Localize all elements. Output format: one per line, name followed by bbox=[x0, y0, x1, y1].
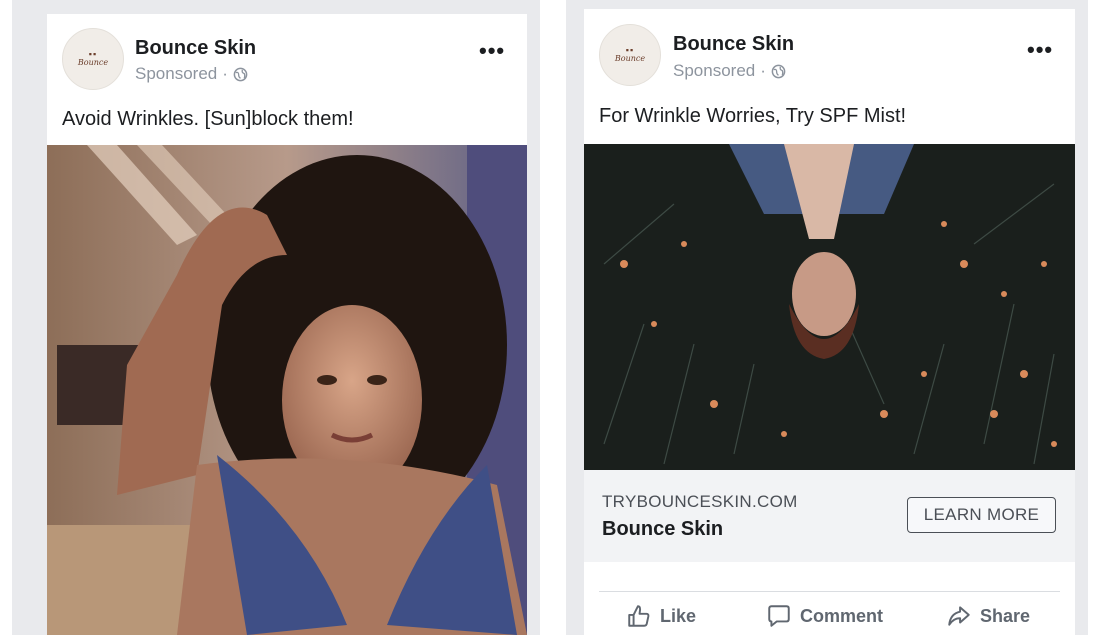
learn-more-button[interactable]: LEARN MORE bbox=[907, 497, 1056, 533]
globe-icon bbox=[233, 67, 248, 81]
comment-icon bbox=[768, 605, 790, 627]
avatar-logo-text: Bounce bbox=[77, 58, 109, 67]
more-options-icon[interactable]: ••• bbox=[1027, 37, 1053, 63]
logo-mark-icon: ▪▪ bbox=[88, 49, 98, 59]
brand-name[interactable]: Bounce Skin bbox=[135, 37, 256, 60]
portrait-photo-illustration bbox=[47, 145, 527, 635]
comment-label: Comment bbox=[800, 605, 884, 626]
share-label: Share bbox=[980, 605, 1031, 626]
like-label: Like bbox=[660, 605, 697, 626]
ad-image-portrait[interactable] bbox=[47, 145, 527, 635]
ad-caption: For Wrinkle Worries, Try SPF Mist! bbox=[599, 105, 907, 127]
logo-mark-icon: ▪▪ bbox=[625, 45, 635, 55]
ad-card-right: ▪▪ Bounce Bounce Skin Sponsored · ••• Fo… bbox=[584, 9, 1075, 635]
share-icon bbox=[948, 606, 970, 626]
ad-card-left: ▪▪ Bounce Bounce Skin Sponsored · ••• Av… bbox=[47, 14, 527, 635]
ad-image-grass[interactable] bbox=[584, 144, 1075, 470]
link-title: Bounce Skin bbox=[602, 518, 724, 540]
sponsored-label: Sponsored · bbox=[673, 61, 786, 81]
globe-icon bbox=[771, 64, 786, 78]
share-button[interactable]: Share bbox=[946, 603, 1030, 629]
like-button[interactable]: Like bbox=[626, 603, 696, 629]
like-icon bbox=[628, 605, 650, 627]
ad-caption: Avoid Wrinkles. [Sun]block them! bbox=[62, 108, 354, 130]
brand-avatar[interactable]: ▪▪ Bounce bbox=[62, 28, 124, 90]
sponsored-label: Sponsored · bbox=[135, 64, 248, 84]
sponsored-text: Sponsored bbox=[135, 64, 218, 83]
action-divider bbox=[599, 591, 1060, 592]
avatar-logo-text: Bounce bbox=[614, 54, 646, 63]
link-domain: TRYBOUNCESKIN.COM bbox=[602, 492, 798, 511]
grass-photo-illustration bbox=[584, 144, 1075, 470]
comment-button[interactable]: Comment bbox=[766, 603, 883, 629]
link-preview-bar[interactable]: TRYBOUNCESKIN.COM Bounce Skin LEARN MORE bbox=[584, 470, 1075, 562]
more-options-icon[interactable]: ••• bbox=[479, 38, 505, 64]
brand-name[interactable]: Bounce Skin bbox=[673, 33, 794, 56]
sponsored-text: Sponsored bbox=[673, 61, 756, 80]
brand-avatar[interactable]: ▪▪ Bounce bbox=[599, 24, 661, 86]
